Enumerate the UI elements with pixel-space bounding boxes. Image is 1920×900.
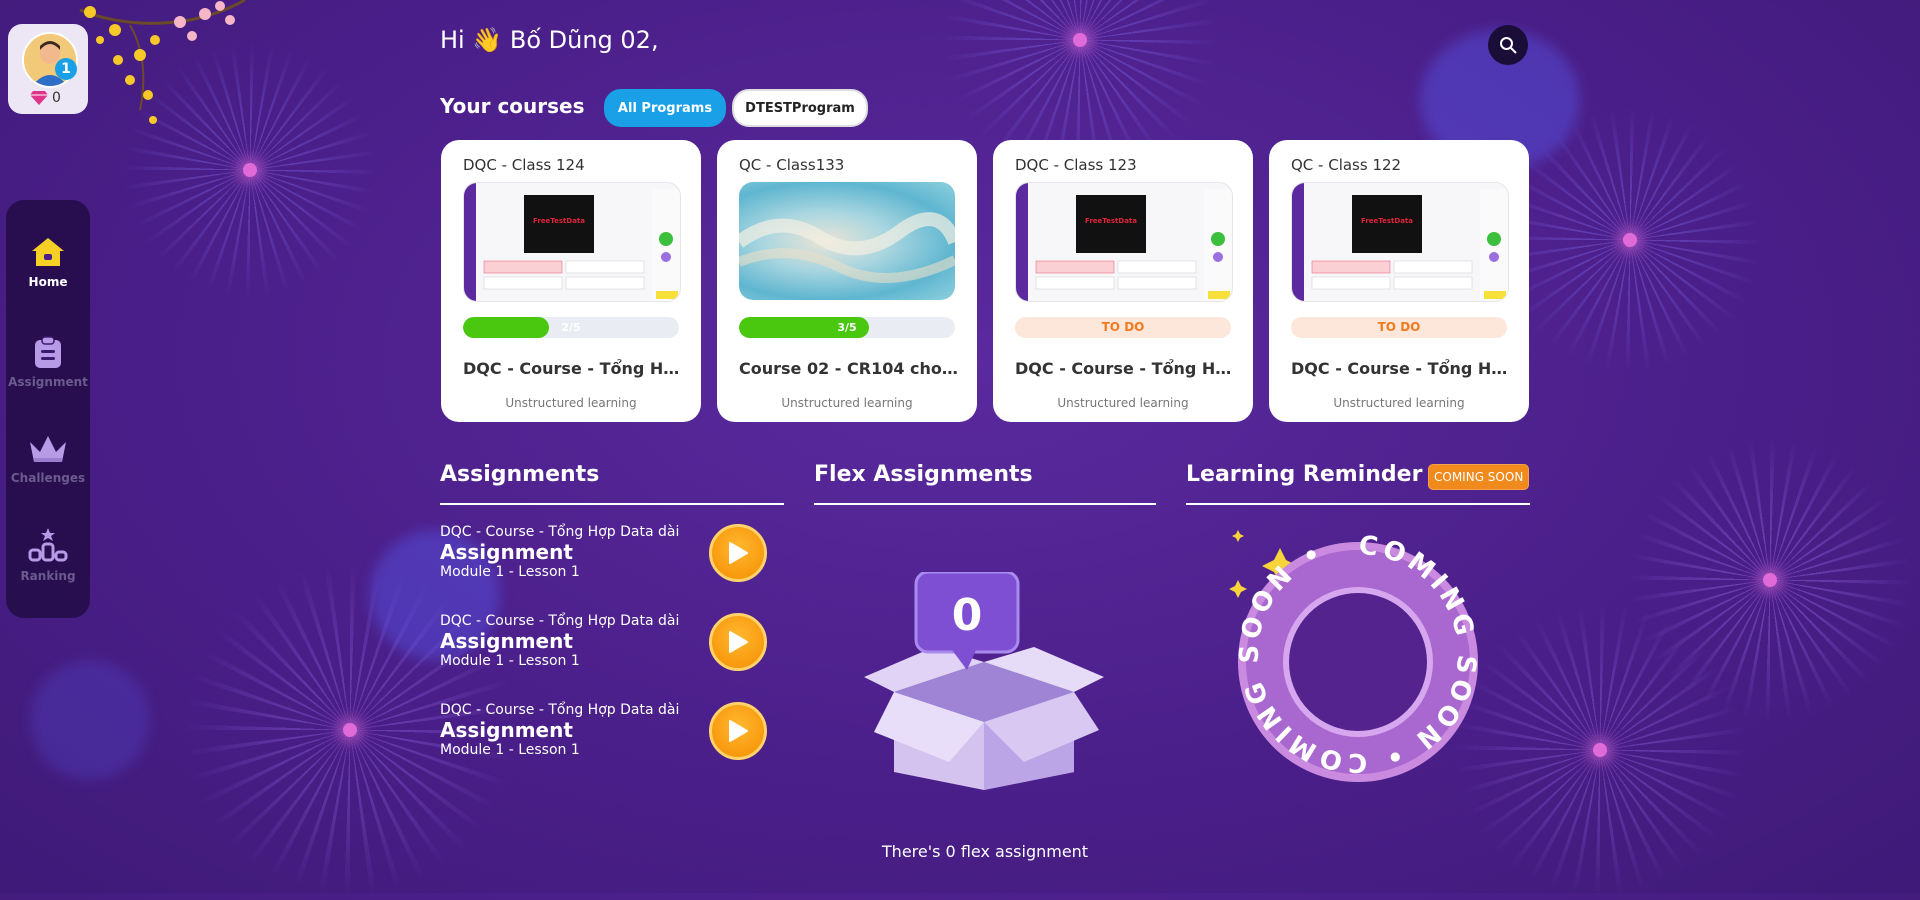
class-name: DQC - Class 124 [463, 156, 585, 174]
flex-empty-text: There's 0 flex assignment [881, 842, 1089, 861]
progress-bar: 2/5 [463, 317, 679, 338]
greeting-text: Hi 👋 Bố Dũng 02, [440, 26, 659, 54]
gem-counter: 0 [30, 90, 61, 106]
glow-decoration [30, 660, 150, 780]
play-icon [729, 720, 748, 742]
sidebar-item-label: Home [28, 275, 68, 289]
section-divider [440, 503, 784, 505]
course-name: Course 02 - CR104 cho phụ huynh [739, 359, 959, 378]
class-name: QC - Class133 [739, 156, 845, 174]
home-icon [32, 238, 64, 266]
blossom-decoration [79, 0, 246, 124]
user-profile-card[interactable]: 1 0 [8, 24, 88, 114]
section-title-courses: Your courses [440, 94, 585, 118]
sidebar-item-challenges[interactable]: Challenges [6, 432, 90, 485]
coming-soon-ring: COMING SOON • COMING SOON • [1229, 530, 1478, 782]
course-name: DQC - Course - Tổng Hợp Data dài [1015, 359, 1235, 378]
firework-decoration [1620, 440, 1920, 720]
sidebar-item-ranking[interactable]: Ranking [6, 528, 90, 583]
course-type: Unstructured learning [505, 396, 637, 410]
todo-status: TO DO [1015, 317, 1231, 338]
section-divider [1186, 503, 1530, 505]
filter-all-programs[interactable]: All Programs [604, 89, 726, 127]
sidebar-item-assignment[interactable]: Assignment [6, 336, 90, 389]
course-type: Unstructured learning [1057, 396, 1189, 410]
course-card[interactable]: DQC - Class 124 FreeTestData 2/5 DQC - C… [441, 140, 701, 422]
course-type: Unstructured learning [781, 396, 913, 410]
sidebar-item-label: Assignment [8, 375, 88, 389]
play-button[interactable] [709, 702, 767, 760]
progress-bar: 3/5 [739, 317, 955, 338]
class-name: QC - Class 122 [1291, 156, 1402, 174]
course-thumbnail [739, 182, 955, 300]
course-thumbnail: FreeTestData [1291, 182, 1509, 302]
crown-icon [30, 436, 66, 462]
sidebar-item-label: Challenges [10, 471, 86, 485]
play-icon [729, 542, 748, 564]
sidebar-item-label: Ranking [20, 569, 76, 583]
sparkle-icon [1232, 530, 1244, 542]
progress-text: 2/5 [561, 321, 581, 334]
play-button[interactable] [709, 524, 767, 582]
course-card[interactable]: QC - Class 122 FreeTestData TO DO DQC - … [1269, 140, 1529, 422]
firework-decoration [1450, 600, 1750, 900]
gem-count: 0 [52, 90, 61, 106]
section-title-flex-assignments: Flex Assignments [814, 462, 1033, 487]
filter-dtestprogram[interactable]: DTESTProgram [732, 89, 868, 127]
course-card[interactable]: QC - Class133 3/5 Course 02 - CR104 cho … [717, 140, 977, 422]
sidebar: Home Assignment Challenges Ranking [6, 200, 90, 618]
gem-icon [30, 91, 48, 105]
course-name: DQC - Course - Tổng Hợp Data dài [1291, 359, 1511, 378]
section-divider [814, 503, 1156, 505]
section-title-learning-reminder: Learning Reminder [1186, 462, 1423, 487]
progress-text: 3/5 [837, 321, 857, 334]
sparkle-icon [1229, 580, 1247, 598]
thumbnail-caption: FreeTestData [1085, 217, 1137, 225]
class-name: DQC - Class 123 [1015, 156, 1137, 174]
course-card[interactable]: DQC - Class 123 FreeTestData TO DO DQC -… [993, 140, 1253, 422]
todo-status: TO DO [1291, 317, 1507, 338]
coming-soon-badge: COMING SOON [1428, 464, 1530, 490]
course-thumbnail: FreeTestData [1015, 182, 1233, 302]
course-name: DQC - Course - Tổng Hợp Data dài [463, 359, 683, 378]
thumbnail-caption: FreeTestData [533, 217, 585, 225]
flex-count: 0 [952, 590, 983, 641]
empty-box-illustration: 0 [864, 572, 1104, 790]
thumbnail-caption: FreeTestData [1361, 217, 1413, 225]
podium-icon [28, 528, 68, 562]
play-icon [729, 631, 748, 653]
clipboard-icon [35, 336, 61, 368]
level-badge: 1 [55, 58, 77, 80]
section-title-assignments: Assignments [440, 462, 600, 487]
course-type: Unstructured learning [1333, 396, 1465, 410]
play-button[interactable] [709, 613, 767, 671]
sidebar-item-home[interactable]: Home [6, 236, 90, 289]
course-thumbnail: FreeTestData [463, 182, 681, 302]
search-icon [1500, 37, 1517, 54]
search-button[interactable] [1488, 25, 1528, 65]
